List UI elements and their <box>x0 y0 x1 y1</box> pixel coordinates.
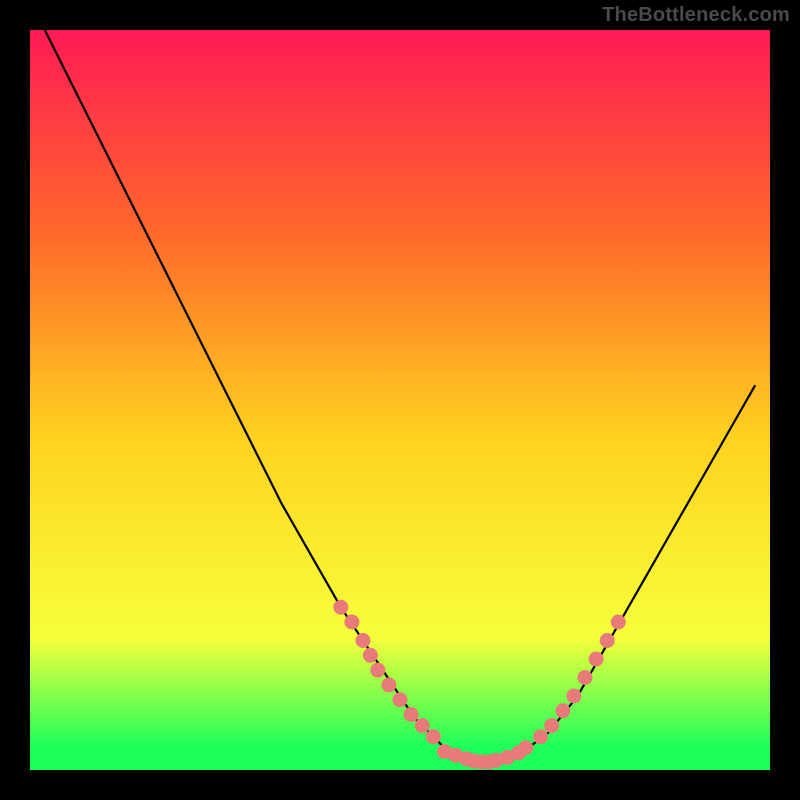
data-point <box>589 652 604 667</box>
data-point <box>333 600 348 615</box>
plot-background <box>30 30 770 770</box>
data-point <box>363 648 378 663</box>
data-point <box>415 718 430 733</box>
data-point <box>578 670 593 685</box>
data-point <box>600 633 615 648</box>
data-point <box>566 689 581 704</box>
data-point <box>381 677 396 692</box>
bottleneck-chart <box>0 0 800 800</box>
chart-stage: TheBottleneck.com <box>0 0 800 800</box>
data-point <box>393 692 408 707</box>
data-point <box>404 707 419 722</box>
data-point <box>533 729 548 744</box>
data-point <box>544 718 559 733</box>
data-point <box>426 729 441 744</box>
data-point <box>370 663 385 678</box>
data-point <box>611 615 626 630</box>
data-point <box>356 633 371 648</box>
data-point <box>555 703 570 718</box>
data-point <box>518 740 533 755</box>
data-point <box>344 615 359 630</box>
